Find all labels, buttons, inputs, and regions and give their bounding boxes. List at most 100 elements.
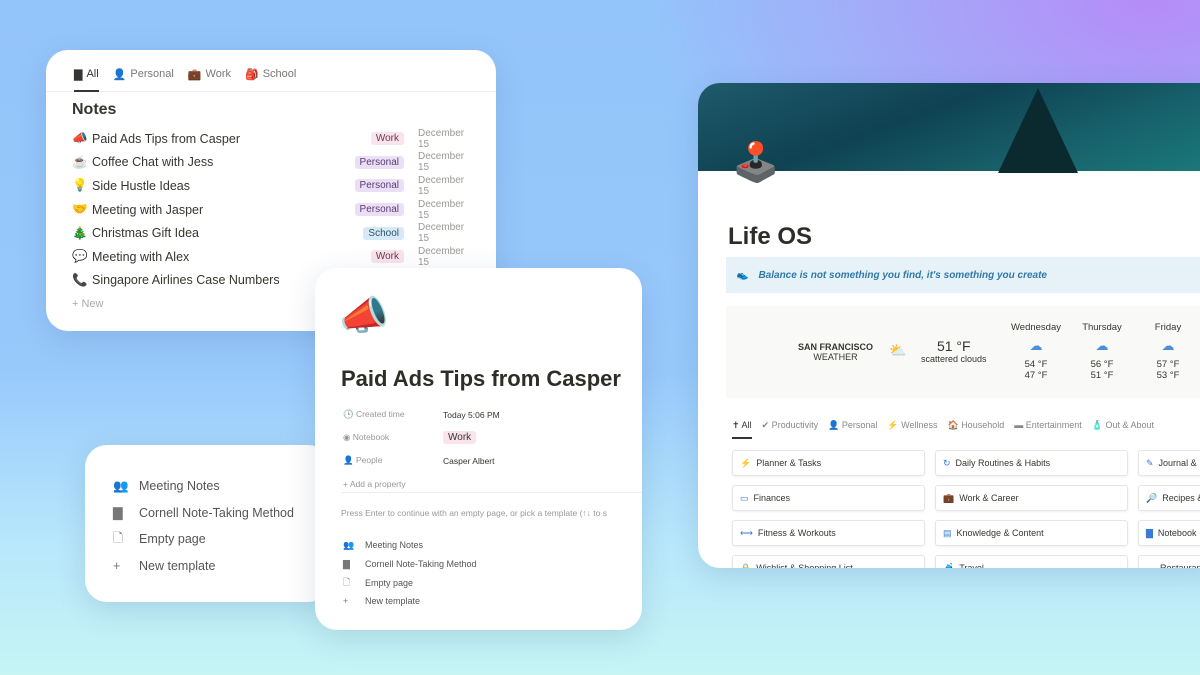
category-tab[interactable]: 🏠 Household xyxy=(947,420,1004,439)
section-link[interactable]: ▇ Notebook xyxy=(1138,520,1200,546)
property-value: Today 5:06 PM xyxy=(443,409,500,420)
property-value: Work xyxy=(443,431,477,444)
note-title: Christmas Gift Idea xyxy=(92,226,199,241)
tab-work[interactable]: 💼 Work xyxy=(188,68,231,92)
day-low: 47 °F xyxy=(1024,370,1048,382)
template-label: Meeting Notes xyxy=(139,479,220,494)
page-title: Paid Ads Tips from Casper xyxy=(341,366,621,391)
category-label: Wellness xyxy=(901,420,938,430)
day-name: Friday xyxy=(1154,322,1182,333)
note-emoji-icon: 💬 xyxy=(72,249,88,264)
section-link[interactable]: ▭ Finances xyxy=(732,485,925,511)
megaphone-icon: 📣 xyxy=(339,294,389,338)
tab-label: Personal xyxy=(130,68,174,80)
category-tab[interactable]: ✝ All xyxy=(732,420,752,439)
section-label: Work & Career xyxy=(959,493,1019,503)
category-label: Personal xyxy=(841,420,878,430)
category-tab[interactable]: ▬ Entertainment xyxy=(1014,420,1082,439)
category-label: Household xyxy=(961,420,1005,430)
template-icon: + xyxy=(113,558,121,573)
section-link[interactable]: ⟷ Fitness & Workouts xyxy=(732,520,925,546)
section-icon: 💼 xyxy=(943,492,955,503)
section-link[interactable]: 🔎 Recipes & xyxy=(1138,485,1200,511)
template-hint: Press Enter to continue with an empty pa… xyxy=(341,508,607,518)
category-tab[interactable]: 🧴 Out & About xyxy=(1092,420,1154,439)
section-link[interactable]: ▤ Knowledge & Content xyxy=(935,520,1128,546)
note-date: December 15 xyxy=(418,127,465,150)
section-icon: ⚡ xyxy=(740,457,752,468)
category-icon: 🏠 xyxy=(947,420,962,430)
section-label: Journal & xyxy=(1158,458,1197,468)
template-item[interactable]: 🗋 Empty page xyxy=(113,526,330,553)
cloud-icon: ☁ xyxy=(1029,338,1043,354)
life-os-title: Life OS xyxy=(728,223,813,250)
note-date: December 15 xyxy=(418,198,465,221)
category-tab[interactable]: 👤 Personal xyxy=(828,420,877,439)
notes-view-tabs: ▇ All 👤 Personal 💼 Work 🎒 School xyxy=(46,50,496,92)
template-label: Empty page xyxy=(139,532,206,547)
note-title: Side Hustle Ideas xyxy=(92,178,190,193)
note-date: December 15 xyxy=(418,174,465,197)
section-link[interactable]: ▬ Restaurants xyxy=(1138,555,1200,568)
property-row[interactable]: 👤 People Casper Albert xyxy=(343,449,500,472)
section-icon: ▇ xyxy=(1146,527,1153,538)
notebook-tag: Work xyxy=(370,250,404,264)
section-link[interactable]: 🧳 Travel xyxy=(935,555,1128,568)
note-emoji-icon: ☕ xyxy=(72,154,88,169)
category-label: Out & About xyxy=(1105,420,1155,430)
note-title: Meeting with Alex xyxy=(92,249,190,264)
template-item[interactable]: ▇ Cornell Note-Taking Method xyxy=(113,500,330,527)
notebook-tag: Work xyxy=(370,132,404,146)
weather-label: WEATHER xyxy=(813,352,858,362)
template-picker-card: 👥 Meeting Notes ▇ Cornell Note-Taking Metho… xyxy=(85,445,330,602)
tab-all[interactable]: ▇ All xyxy=(74,68,99,92)
category-icon: ▬ xyxy=(1014,420,1026,430)
category-tab[interactable]: ⚡ Wellness xyxy=(887,420,937,439)
section-label: Travel xyxy=(959,563,984,568)
day-high: 54 °F xyxy=(1024,358,1048,370)
category-label: Productivity xyxy=(771,420,819,430)
backpack-icon: 🎒 xyxy=(245,69,259,81)
section-icon: ▬ xyxy=(1146,563,1155,568)
property-name: 👤 People xyxy=(343,455,443,466)
note-row[interactable]: ☕ Coffee Chat with Jess Personal December 1… xyxy=(46,151,496,175)
section-icon: 🔒 xyxy=(740,562,752,569)
note-title: Paid Ads Tips from Casper xyxy=(92,131,240,146)
property-row[interactable]: 🕒 Created time Today 5:06 PM xyxy=(343,403,500,426)
note-emoji-icon: 📣 xyxy=(72,131,88,146)
property-icon: 👤 xyxy=(343,455,356,465)
template-item[interactable]: + New template xyxy=(113,553,330,580)
template-item[interactable]: + New template xyxy=(343,592,477,611)
tab-label: School xyxy=(262,68,297,80)
category-tabs: ✝ All ✔ Productivity 👤 Personal ⚡ Wellness 🏠… xyxy=(732,420,1154,439)
note-row[interactable]: 🤝 Meeting with Jasper Personal December 15 xyxy=(46,198,496,222)
note-row[interactable]: 💡 Side Hustle Ideas Personal December 15 xyxy=(46,174,496,198)
property-row[interactable]: ◉ Notebook Work xyxy=(343,426,500,449)
template-item[interactable]: ▇ Cornell Note-Taking Method xyxy=(343,555,477,574)
template-item[interactable]: 🗋 Empty page xyxy=(343,573,477,592)
note-row[interactable]: 📣 Paid Ads Tips from Casper Work December 1… xyxy=(46,127,496,151)
template-label: New template xyxy=(139,558,216,573)
template-label: Cornell Note-Taking Method xyxy=(365,559,477,570)
template-item[interactable]: 👥 Meeting Notes xyxy=(343,536,477,555)
cloud-icon: ☁ xyxy=(1095,338,1109,354)
property-key: Notebook xyxy=(352,432,390,442)
tab-school[interactable]: 🎒 School xyxy=(245,68,296,92)
section-icon: 🔎 xyxy=(1146,492,1158,503)
tab-personal[interactable]: 👤 Personal xyxy=(113,68,174,92)
template-icon: ▇ xyxy=(113,506,123,521)
note-row[interactable]: 🎄 Christmas Gift Idea School December 15 xyxy=(46,221,496,245)
category-tab[interactable]: ✔ Productivity xyxy=(762,420,819,439)
template-icon: + xyxy=(343,596,349,607)
day-name: Wednesday xyxy=(1011,322,1061,333)
note-row[interactable]: 💬 Meeting with Alex Work December 15 xyxy=(46,245,496,269)
section-link[interactable]: ⚡ Planner & Tasks xyxy=(732,450,925,476)
tab-label: All xyxy=(86,68,99,80)
section-link[interactable]: ✎ Journal & xyxy=(1138,450,1200,476)
note-emoji-icon: 💡 xyxy=(72,178,88,193)
template-icon: 👥 xyxy=(343,539,355,550)
section-link[interactable]: 🔒 Wishlist & Shopping List xyxy=(732,555,925,568)
section-link[interactable]: ↻ Daily Routines & Habits xyxy=(935,450,1128,476)
section-link[interactable]: 💼 Work & Career xyxy=(935,485,1128,511)
template-item[interactable]: 👥 Meeting Notes xyxy=(113,473,330,500)
